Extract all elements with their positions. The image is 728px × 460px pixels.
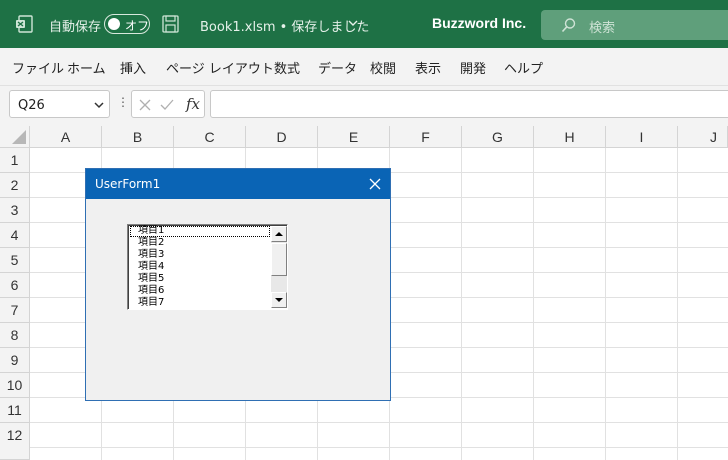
title-bar: 自動保存 オフ Book1.xlsm • 保存しました Buzzword Inc… <box>0 0 728 48</box>
column-header[interactable]: D <box>246 126 318 148</box>
toggle-knob <box>108 18 120 30</box>
scroll-down-button[interactable] <box>271 292 287 308</box>
more-options-icon[interactable]: ⋮ <box>117 95 129 109</box>
row-header[interactable]: 5 <box>0 248 30 273</box>
gridline <box>677 148 678 460</box>
column-header[interactable]: C <box>174 126 246 148</box>
enter-check-icon[interactable] <box>160 98 174 112</box>
scroll-thumb[interactable] <box>271 243 287 276</box>
userform-dialog: UserForm1 項目1 項目2 項目3 項目4 項目5 項目6 項目7 <box>85 168 391 401</box>
save-icon[interactable] <box>162 15 179 33</box>
row-header[interactable]: 1 <box>0 148 30 173</box>
arrow-up-icon <box>275 232 283 236</box>
insert-function-button[interactable]: fx <box>186 95 200 113</box>
row-header[interactable]: 10 <box>0 373 30 398</box>
list-item[interactable]: 項目2 <box>138 237 164 249</box>
select-all-button[interactable] <box>0 126 30 148</box>
tab-developer[interactable]: 開発 <box>460 58 486 77</box>
column-header[interactable]: F <box>390 126 462 148</box>
name-box-value: Q26 <box>18 98 45 113</box>
row-header[interactable]: 2 <box>0 173 30 198</box>
listbox-scrollbar[interactable] <box>271 226 287 308</box>
formula-input[interactable] <box>210 90 728 118</box>
file-name[interactable]: Book1.xlsm • 保存しました <box>200 16 369 35</box>
search-placeholder: 検索 <box>589 21 616 36</box>
row-header[interactable]: 11 <box>0 398 30 423</box>
row-header[interactable]: 9 <box>0 348 30 373</box>
column-header[interactable]: E <box>318 126 390 148</box>
list-item[interactable]: 項目7 <box>138 297 164 309</box>
list-item[interactable]: 項目6 <box>138 285 164 297</box>
list-item[interactable]: 項目1 <box>138 225 164 237</box>
gridline <box>533 148 534 460</box>
chevron-down-icon[interactable] <box>94 100 104 110</box>
tab-insert[interactable]: 挿入 <box>120 58 146 77</box>
search-box[interactable]: 検索 <box>541 10 728 40</box>
row-header[interactable]: 7 <box>0 298 30 323</box>
tab-data[interactable]: データ <box>318 58 357 77</box>
tab-home[interactable]: ホーム <box>67 58 106 77</box>
autosave-state: オフ <box>125 19 150 33</box>
autosave-toggle[interactable]: オフ <box>104 14 150 34</box>
userform-titlebar[interactable]: UserForm1 <box>86 169 390 199</box>
tab-help[interactable]: ヘルプ <box>504 58 543 77</box>
gridline <box>605 148 606 460</box>
userform-title: UserForm1 <box>95 177 161 191</box>
listbox[interactable]: 項目1 項目2 項目3 項目4 項目5 項目6 項目7 <box>127 224 288 310</box>
name-box[interactable]: Q26 <box>9 90 110 118</box>
row-header[interactable]: 3 <box>0 198 30 223</box>
row-header[interactable]: 6 <box>0 273 30 298</box>
column-header[interactable]: J <box>678 126 728 148</box>
column-header[interactable]: B <box>102 126 174 148</box>
excel-logo-icon <box>16 15 33 33</box>
company-name: Buzzword Inc. <box>432 15 527 31</box>
tab-review[interactable]: 校閲 <box>370 58 396 77</box>
ribbon-tabs: ファイル ホーム 挿入 ページ レイアウト 数式 データ 校閲 表示 開発 ヘル… <box>0 48 728 86</box>
tab-page-layout[interactable]: ページ レイアウト <box>166 58 274 77</box>
formula-commands: fx <box>131 90 205 118</box>
chevron-down-icon[interactable] <box>347 17 359 29</box>
close-icon[interactable] <box>369 178 381 190</box>
formula-bar: Q26 ⋮ fx <box>0 86 728 126</box>
tab-view[interactable]: 表示 <box>415 58 441 77</box>
tab-formulas[interactable]: 数式 <box>274 58 300 77</box>
scroll-up-button[interactable] <box>271 226 287 242</box>
autosave-label: 自動保存 <box>49 20 102 35</box>
column-header[interactable]: A <box>30 126 102 148</box>
list-item[interactable]: 項目4 <box>138 261 164 273</box>
gridline <box>461 148 462 460</box>
row-header[interactable]: 4 <box>0 223 30 248</box>
list-item[interactable]: 項目3 <box>138 249 164 261</box>
list-item[interactable]: 項目5 <box>138 273 164 285</box>
cancel-icon[interactable] <box>138 98 152 112</box>
column-header[interactable]: G <box>462 126 534 148</box>
tab-file[interactable]: ファイル <box>12 58 64 77</box>
row-header[interactable]: 8 <box>0 323 30 348</box>
search-icon <box>561 18 576 33</box>
row-header[interactable]: 12 <box>0 423 30 460</box>
arrow-down-icon <box>275 298 283 302</box>
column-header[interactable]: I <box>606 126 678 148</box>
gridline <box>30 422 728 423</box>
gridline <box>30 447 728 448</box>
column-header[interactable]: H <box>534 126 606 148</box>
